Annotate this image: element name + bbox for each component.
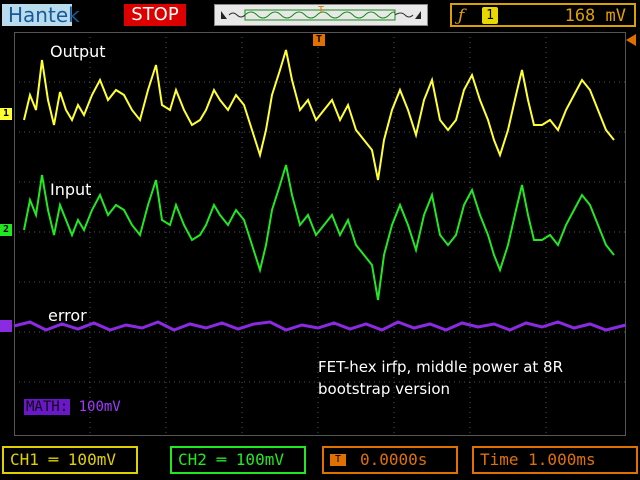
output-label: Output: [50, 42, 106, 61]
ch1-scale[interactable]: CH1 ═ 100mV: [2, 446, 138, 474]
note-line-2: bootstrap version: [318, 380, 451, 398]
ch1-output-trace: [23, 49, 615, 181]
note-line-1: FET-hex irfp, middle power at 8R: [318, 358, 564, 376]
math-error-trace: [13, 320, 627, 332]
timebase[interactable]: Time 1.000ms: [472, 446, 638, 474]
math-tag: MATH:: [24, 399, 71, 415]
ch2-scale[interactable]: CH2 ═ 100mV: [170, 446, 306, 474]
trigger-offset-icon: T: [330, 454, 346, 466]
trigger-level-marker[interactable]: [626, 34, 636, 46]
math-level-marker[interactable]: [0, 320, 12, 332]
trigger-position-marker[interactable]: T: [313, 34, 325, 46]
math-scale: MATH: 100mV: [24, 399, 121, 415]
error-label: error: [48, 306, 87, 325]
ch2-level-marker[interactable]: 2: [0, 224, 12, 236]
ch2-input-trace: [23, 164, 615, 301]
bottom-status-bar: CH1 ═ 100mV CH2 ═ 100mV 0.0000s T Time 1…: [0, 440, 640, 480]
ch1-level-marker[interactable]: 1: [0, 108, 12, 120]
annotation-note: FET-hex irfp, middle power at 8R bootstr…: [318, 356, 563, 400]
math-scale-value: 100mV: [78, 399, 121, 415]
input-label: Input: [50, 180, 92, 199]
